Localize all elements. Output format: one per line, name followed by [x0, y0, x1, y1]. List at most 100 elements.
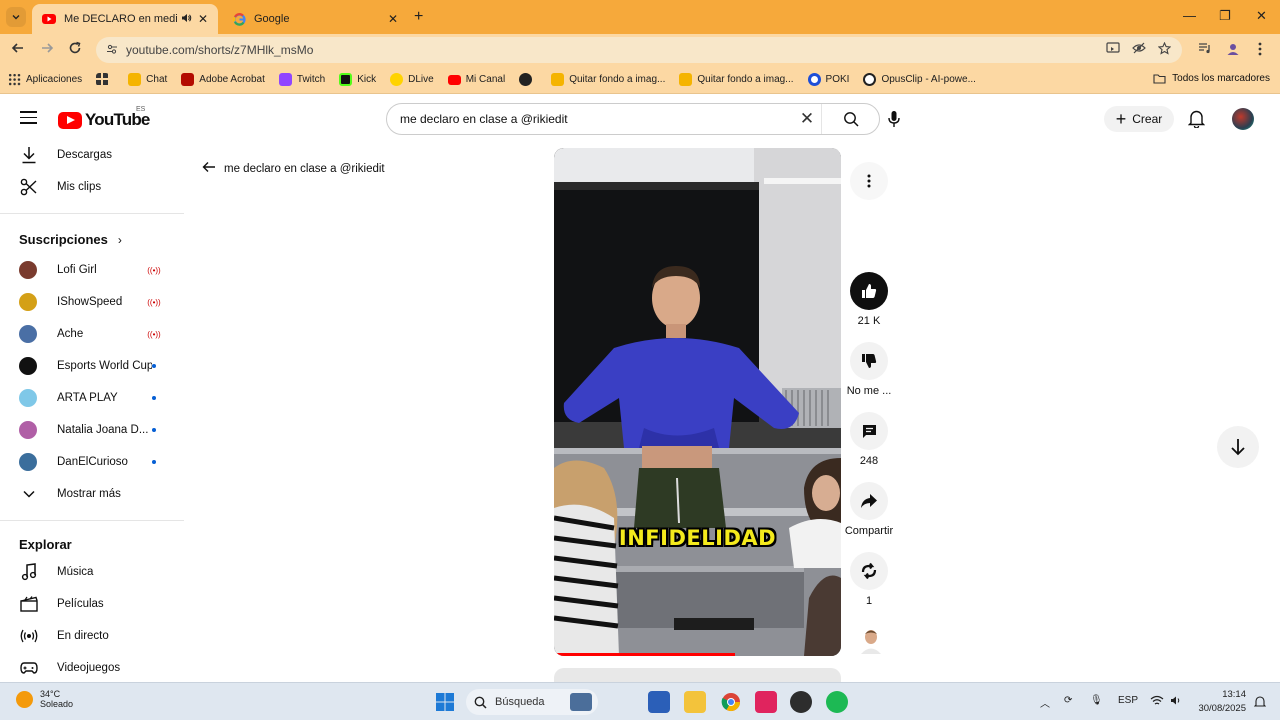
new-content-dot	[152, 428, 156, 432]
sidebar-item-videojuegos[interactable]: Videojuegos	[0, 652, 184, 682]
bookmark-mi-canal[interactable]: Mi Canal	[447, 74, 505, 85]
sidebar-channel[interactable]: Natalia Joana D...	[0, 414, 184, 446]
sidebar-item-mis-clips[interactable]: Mis clips	[0, 171, 184, 203]
speaker-icon[interactable]	[181, 13, 192, 26]
all-bookmarks-button[interactable]: Todos los marcadores	[1153, 73, 1270, 84]
sidebar-channel[interactable]: Esports World Cup	[0, 350, 184, 382]
search-input[interactable]: me declaro en clase a @rikiedit	[387, 112, 793, 126]
chat-icon	[128, 73, 142, 86]
video-progress-bar[interactable]	[554, 653, 735, 656]
maximize-icon[interactable]: ❐	[1219, 8, 1231, 24]
obs-icon[interactable]	[790, 691, 812, 713]
sidebar-channel[interactable]: Ache ((•))	[0, 318, 184, 350]
bookmark-dlive[interactable]: DLive	[390, 73, 434, 86]
youtube-logo[interactable]: YouTube ES	[58, 106, 150, 130]
browser-menu-icon[interactable]	[1258, 42, 1262, 59]
live-indicator-icon: ((•))	[147, 297, 161, 307]
spotify-icon[interactable]	[826, 691, 848, 713]
sidebar-item-en-directo[interactable]: En directo	[0, 620, 184, 652]
search-button[interactable]	[821, 104, 879, 134]
sidebar-channel[interactable]: IShowSpeed ((•))	[0, 286, 184, 318]
sidebar-item-descargas[interactable]: Descargas	[0, 143, 184, 171]
volume-icon[interactable]	[1170, 695, 1183, 709]
clear-search-icon[interactable]: ✕	[793, 109, 821, 129]
reload-icon[interactable]	[68, 41, 82, 59]
new-tab-button[interactable]: +	[414, 8, 423, 26]
address-bar[interactable]: youtube.com/shorts/z7MHlk_msMo	[96, 37, 1182, 63]
bookmark-quitar-fondo-1[interactable]: Quitar fondo a imag...	[551, 73, 665, 86]
bookmarks-bar: Aplicaciones Chat Adobe Acrobat Twitch K…	[0, 66, 1280, 94]
next-short-preview[interactable]	[554, 668, 841, 682]
site-info-icon[interactable]	[106, 43, 118, 58]
sound-creator-avatar[interactable]	[858, 626, 884, 654]
notification-bell-icon[interactable]	[1253, 695, 1267, 711]
bookmark-quitar-fondo-2[interactable]: Quitar fondo a imag...	[679, 73, 794, 86]
microphone-tray-icon[interactable]: 🎙	[1090, 695, 1103, 706]
chevron-down-icon	[12, 15, 20, 20]
file-explorer-icon[interactable]	[684, 691, 706, 713]
sidebar-item-musica[interactable]: Música	[0, 556, 184, 588]
channel-avatar	[19, 453, 37, 471]
bookmark-kick[interactable]: Kick	[339, 73, 376, 86]
close-window-icon[interactable]: ✕	[1256, 8, 1267, 24]
system-clock[interactable]: 13:14 30/08/2025	[1196, 688, 1246, 716]
windows-taskbar: 34°C Soleado Búsqueda ︿ ⟳ 🎙 ESP 13:14 30…	[0, 682, 1280, 720]
short-video-player[interactable]: INFIDELIDAD	[554, 148, 841, 656]
sidebar-channel[interactable]: Lofi Girl ((•))	[0, 254, 184, 286]
bookmark-apps[interactable]: Aplicaciones	[8, 73, 82, 86]
tab-google[interactable]: Google ✕	[222, 4, 408, 34]
bookmark-grid[interactable]	[96, 73, 114, 86]
bookmark-poki[interactable]: POKI	[807, 73, 849, 86]
sidebar-channel[interactable]: DanElCurioso	[0, 446, 184, 478]
create-button[interactable]: + Crear	[1104, 106, 1174, 132]
close-tab-icon[interactable]: ✕	[198, 12, 208, 26]
sidebar-channel[interactable]: ARTA PLAY	[0, 382, 184, 414]
hamburger-menu-icon[interactable]	[20, 111, 37, 128]
media-controls-icon[interactable]	[1198, 42, 1212, 57]
next-short-button[interactable]	[1217, 426, 1259, 468]
bookmark-star-icon[interactable]	[1157, 41, 1172, 58]
wifi-icon[interactable]	[1150, 695, 1164, 709]
back-arrow-icon[interactable]	[11, 41, 25, 59]
more-options-button[interactable]	[842, 162, 896, 200]
profile-icon[interactable]	[1226, 42, 1240, 59]
account-avatar[interactable]	[1232, 108, 1254, 130]
language-indicator[interactable]: ESP	[1118, 695, 1138, 706]
bookmark-opusclip[interactable]: OpusClip - AI-powe...	[863, 73, 976, 86]
bookmark-adobe-acrobat[interactable]: Adobe Acrobat	[181, 73, 265, 86]
share-arrow-icon	[850, 482, 888, 520]
new-content-dot	[152, 364, 156, 368]
cast-icon[interactable]	[1106, 42, 1120, 57]
chrome-icon[interactable]	[720, 691, 742, 713]
video-editor-icon[interactable]	[755, 691, 777, 713]
url-text: youtube.com/shorts/z7MHlk_msMo	[126, 43, 314, 57]
forward-arrow-icon[interactable]	[40, 41, 54, 59]
sync-icon[interactable]: ⟳	[1064, 695, 1072, 706]
taskbar-search[interactable]: Búsqueda	[466, 689, 598, 715]
minimize-icon[interactable]: —	[1183, 8, 1196, 23]
remix-button[interactable]: 1	[842, 552, 896, 607]
bookmark-chat[interactable]: Chat	[128, 73, 167, 86]
like-button[interactable]: 21 K	[842, 272, 896, 327]
close-tab-icon[interactable]: ✕	[388, 12, 398, 26]
windows-start-icon[interactable]	[434, 691, 456, 713]
microsoft-store-icon[interactable]	[648, 691, 670, 713]
eye-off-icon[interactable]	[1132, 42, 1146, 57]
channel-avatar	[19, 293, 37, 311]
tab-search-button[interactable]	[6, 7, 26, 27]
notifications-bell-icon[interactable]	[1187, 109, 1206, 131]
back-to-search-link[interactable]: me declaro en clase a @rikiedit	[202, 160, 385, 177]
share-button[interactable]: Compartir	[842, 482, 896, 537]
dislike-button[interactable]: No me ...	[842, 342, 896, 397]
subscriptions-heading[interactable]: Suscripciones ›	[19, 232, 122, 247]
sidebar-item-peliculas[interactable]: Películas	[0, 588, 184, 620]
bookmark-twitch[interactable]: Twitch	[278, 73, 325, 86]
bookmark-globe[interactable]	[519, 73, 537, 86]
sidebar: Descargas Mis clips Suscripciones › Lofi…	[0, 143, 184, 682]
voice-search-button[interactable]	[880, 103, 908, 135]
weather-widget[interactable]: 34°C Soleado	[16, 689, 73, 709]
show-more-button[interactable]: Mostrar más	[0, 478, 184, 510]
chevron-up-icon[interactable]: ︿	[1040, 695, 1050, 710]
tab-youtube-short[interactable]: Me DECLARO en medio de ✕	[32, 4, 218, 34]
comments-button[interactable]: 248	[842, 412, 896, 467]
